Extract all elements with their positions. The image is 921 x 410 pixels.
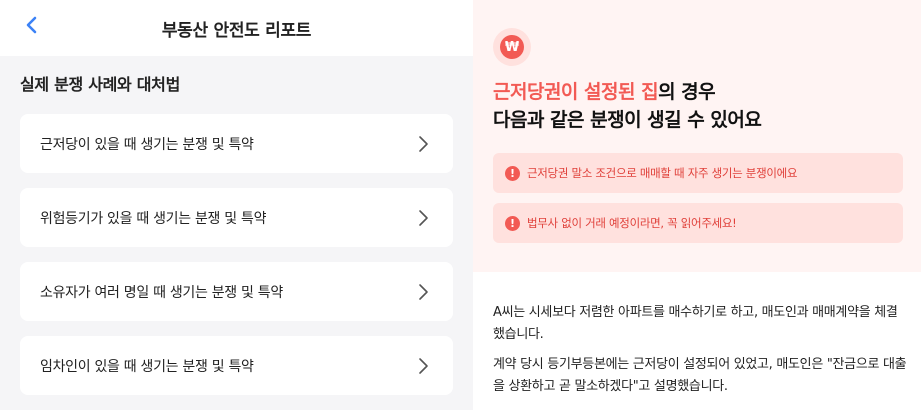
case-item-mortgage[interactable]: 근저당이 있을 때 생기는 분쟁 및 특약 (20, 114, 453, 173)
exclamation-icon: ! (505, 165, 520, 181)
case-item-multiple-owners[interactable]: 소유자가 여러 명일 때 생기는 분쟁 및 특약 (20, 262, 453, 321)
alert-box: ! 법무사 없이 거래 예정이라면, 꼭 읽어주세요! (493, 203, 903, 243)
headline-highlight: 근저당권이 설정된 집 (493, 81, 659, 103)
chevron-right-icon (419, 135, 428, 152)
chevron-right-icon (419, 283, 428, 300)
alert-text: 근저당권 말소 조건으로 매매할 때 자주 생기는 분쟁이에요 (527, 166, 798, 180)
headline-rest: 의 경우 (658, 81, 716, 103)
top-header: 부동산 안전도 리포트 (0, 0, 473, 56)
chevron-right-icon (419, 209, 428, 226)
case-item-label: 근저당이 있을 때 생기는 분쟁 및 특약 (40, 136, 254, 153)
headline-line2: 다음과 같은 분쟁이 생길 수 있어요 (493, 109, 762, 131)
page-title: 부동산 안전도 리포트 (161, 21, 312, 41)
story-paragraph: A씨는 시세보다 저렴한 아파트를 매수하기로 하고, 매도인과 매매계약을 체… (493, 305, 898, 342)
case-item-tenant[interactable]: 임차인이 있을 때 생기는 분쟁 및 특약 (20, 336, 453, 395)
detail-headline: 근저당권이 설정된 집의 경우 다음과 같은 분쟁이 생길 수 있어요 (493, 78, 762, 134)
case-detail-panel: ₩ 근저당권이 설정된 집의 경우 다음과 같은 분쟁이 생길 수 있어요 ! … (473, 0, 921, 410)
case-list: 근저당이 있을 때 생기는 분쟁 및 특약 위험등기가 있을 때 생기는 분쟁 … (20, 114, 453, 410)
case-list-panel: 부동산 안전도 리포트 실제 분쟁 사례와 대처법 근저당이 있을 때 생기는 … (0, 0, 473, 410)
won-badge: ₩ (493, 28, 531, 66)
case-item-label: 임차인이 있을 때 생기는 분쟁 및 특약 (40, 358, 254, 375)
case-item-label: 위험등기가 있을 때 생기는 분쟁 및 특약 (40, 210, 267, 227)
section-title: 실제 분쟁 사례와 대처법 (20, 75, 181, 94)
alert-box: ! 근저당권 말소 조건으로 매매할 때 자주 생기는 분쟁이에요 (493, 153, 903, 193)
chevron-right-icon (419, 357, 428, 374)
won-icon: ₩ (500, 35, 524, 59)
exclamation-icon: ! (505, 215, 520, 231)
case-item-label: 소유자가 여러 명일 때 생기는 분쟁 및 특약 (40, 284, 283, 301)
app-root: 부동산 안전도 리포트 실제 분쟁 사례와 대처법 근저당이 있을 때 생기는 … (0, 0, 921, 410)
case-item-risky-registration[interactable]: 위험등기가 있을 때 생기는 분쟁 및 특약 (20, 188, 453, 247)
detail-hero: ₩ 근저당권이 설정된 집의 경우 다음과 같은 분쟁이 생길 수 있어요 ! … (473, 0, 921, 272)
story-paragraph: 계약 당시 등기부등본에는 근저당이 설정되어 있었고, 매도인은 "잔금으로 … (493, 357, 907, 394)
alert-text: 법무사 없이 거래 예정이라면, 꼭 읽어주세요! (527, 216, 737, 230)
